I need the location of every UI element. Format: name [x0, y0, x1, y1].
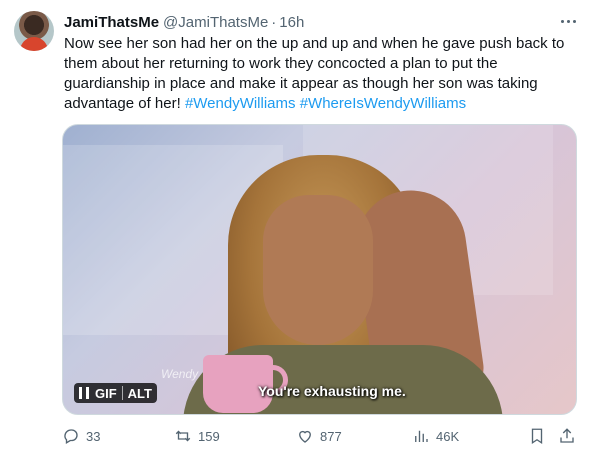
tweet-text: Now see her son had her on the up and up…: [64, 34, 579, 114]
pause-icon[interactable]: [79, 387, 89, 399]
reply-count: 33: [86, 428, 101, 444]
watermark: Wendy: [161, 367, 199, 381]
more-icon[interactable]: [557, 11, 579, 31]
gif-badge[interactable]: GIF ALT: [74, 383, 157, 403]
tweet: JamiThatsMe @JamiThatsMe · 16h Now see h…: [0, 0, 595, 456]
retweet-icon: [175, 430, 191, 442]
like-count: 877: [320, 428, 342, 444]
bookmark-button[interactable]: [528, 424, 552, 448]
action-bar: 33 159 877 46K: [62, 424, 582, 448]
author-name[interactable]: JamiThatsMe: [64, 14, 159, 31]
share-icon: [560, 428, 574, 443]
hashtag-wendywilliams[interactable]: #WendyWilliams: [185, 95, 296, 112]
gif-label: GIF: [95, 385, 117, 401]
reply-icon: [64, 429, 78, 444]
timestamp[interactable]: 16h: [279, 14, 304, 31]
alt-label[interactable]: ALT: [128, 386, 152, 401]
views-button[interactable]: 46K: [412, 424, 459, 448]
retweet-count: 159: [198, 428, 220, 444]
author-handle[interactable]: @JamiThatsMe: [163, 14, 268, 31]
views-icon: [415, 430, 428, 442]
view-count: 46K: [436, 428, 460, 444]
media-gif[interactable]: Wendy You're exhausting me. GIF ALT: [62, 124, 577, 415]
separator-dot: ·: [271, 13, 277, 31]
hashtag-whereiswendywilliams[interactable]: #WhereIsWendyWilliams: [300, 95, 466, 112]
gif-subtitle: You're exhausting me.: [258, 383, 406, 399]
reply-button[interactable]: 33: [62, 424, 100, 448]
bookmark-icon: [531, 428, 543, 445]
like-button[interactable]: 877: [296, 424, 342, 448]
heart-icon: [299, 430, 311, 443]
retweet-button[interactable]: 159: [174, 424, 220, 448]
avatar[interactable]: [14, 11, 54, 51]
tweet-header: JamiThatsMe @JamiThatsMe · 16h: [64, 12, 304, 32]
share-button[interactable]: [558, 424, 582, 448]
